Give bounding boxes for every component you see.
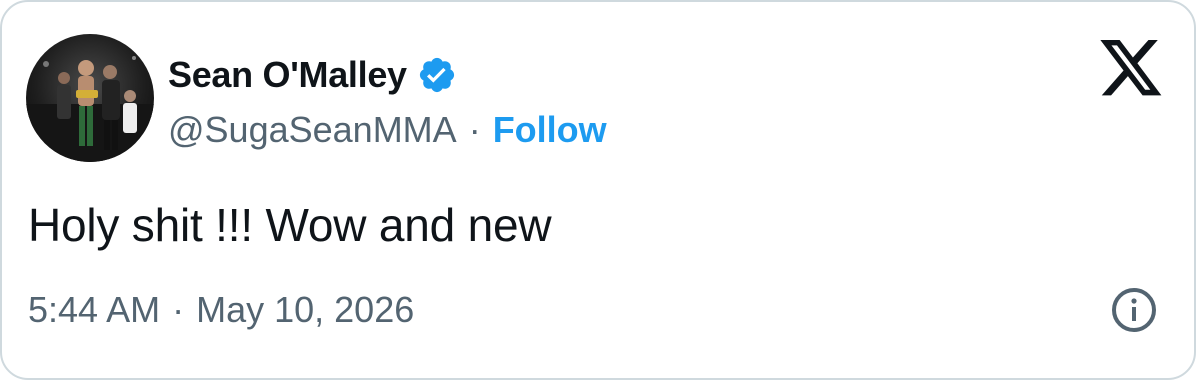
verified-badge-icon [417,55,457,95]
author-name-row: Sean O'Malley [168,50,457,100]
author-display-name[interactable]: Sean O'Malley [168,54,407,96]
tweet-text: Holy shit !!! Wow and new [28,199,552,251]
tweet-date: May 10, 2026 [196,289,415,330]
follow-button[interactable]: Follow [493,109,607,151]
tweet-card: Sean O'Malley @SugaSeanMMA · Follow Holy… [0,0,1196,380]
x-logo-icon[interactable] [1100,40,1164,98]
avatar-photo [26,34,154,162]
tweet-timestamp[interactable]: 5:44 AM · May 10, 2026 [28,286,414,334]
author-handle-row: @SugaSeanMMA · Follow [168,106,607,154]
separator-dot: · [172,289,185,330]
author-handle[interactable]: @SugaSeanMMA [168,109,457,151]
avatar[interactable] [26,34,154,162]
tweet-time: 5:44 AM [28,289,161,330]
info-icon[interactable] [1110,286,1158,334]
separator-dot: · [468,109,481,150]
